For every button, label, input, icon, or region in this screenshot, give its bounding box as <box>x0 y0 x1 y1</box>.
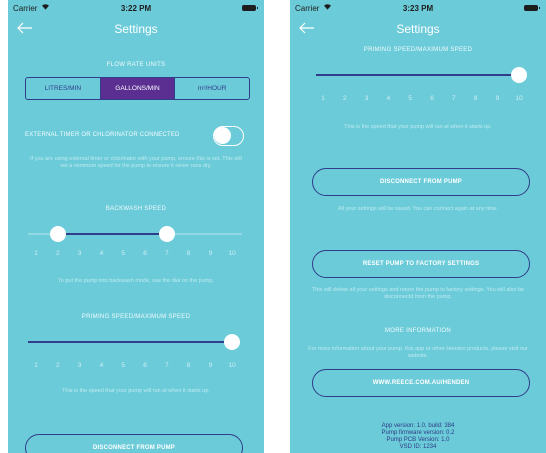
firmware-version: Pump firmware version: 0.2 <box>381 430 455 436</box>
more-info-label: MORE INFORMATION <box>384 328 452 334</box>
flow-rate-option-gallons[interactable]: GALLONS/MIN <box>100 78 176 99</box>
priming-slider-track <box>28 334 240 350</box>
app-version: App version: 1.0, build: 384 <box>381 423 455 429</box>
priming-slider-track <box>316 67 527 83</box>
tick-label: 9 <box>208 362 213 369</box>
external-timer-toggle[interactable] <box>213 126 244 146</box>
vsd-id: VSD ID: 1234 <box>399 444 437 450</box>
flow-rate-label: FLOW RATE UNITS <box>106 62 166 68</box>
tick-label: 5 <box>121 250 125 257</box>
tick-label: 6 <box>430 95 434 102</box>
battery-icon <box>242 5 258 11</box>
settings-screen-left: Carrier 3:22 PM Settings FLOW RATE UNITS… <box>8 0 264 453</box>
settings-screen-right: Carrier 3:23 PM Settings PRIMING SPEED/M… <box>290 0 546 453</box>
backwash-slider-track <box>28 226 242 242</box>
page-title: Settings <box>114 22 158 36</box>
tick-label: 3 <box>364 95 369 102</box>
tick-label: 8 <box>186 250 191 257</box>
battery-icon <box>524 5 540 11</box>
external-timer-label: EXTERNAL TIMER OR CHLORINATOR CONNECTED <box>25 132 180 138</box>
priming-handle[interactable] <box>511 67 527 83</box>
priming-tick-labels: 1 2 3 4 5 6 7 8 9 10 <box>8 362 264 372</box>
toggle-knob <box>214 127 231 144</box>
clock: 3:22 PM <box>120 4 152 13</box>
disconnect-button[interactable]: DISCONNECT FROM PUMP <box>25 434 243 453</box>
tick-label: 10 <box>515 95 523 102</box>
tick-label: 6 <box>143 362 147 369</box>
nav-bar: Settings <box>8 16 264 42</box>
priming-slider[interactable] <box>290 60 546 90</box>
tick-label: 10 <box>228 250 236 257</box>
tick-label: 4 <box>99 362 104 369</box>
backwash-help: To put the pump into backwash mode, use … <box>58 278 214 284</box>
page-title: Settings <box>396 22 440 36</box>
tick-label: 8 <box>186 362 191 369</box>
reset-factory-button[interactable]: RESET PUMP TO FACTORY SETTINGS <box>312 250 530 278</box>
flow-rate-option-m3[interactable]: m³/HOUR <box>175 78 249 99</box>
priming-handle[interactable] <box>224 334 240 350</box>
tick-label: 7 <box>164 250 169 257</box>
backwash-tick-labels: 1 2 3 4 5 6 7 8 9 10 <box>8 250 264 260</box>
tick-label: 7 <box>451 95 456 102</box>
tick-label: 9 <box>208 250 213 257</box>
tick-label: 1 <box>34 362 38 369</box>
clock: 3:23 PM <box>402 4 434 13</box>
priming-label: PRIMING SPEED/MAXIMUM SPEED <box>363 47 473 53</box>
tick-label: 9 <box>495 95 500 102</box>
reset-help: This will delete all your settings and r… <box>311 287 525 300</box>
tick-label: 2 <box>55 250 60 257</box>
website-link-button[interactable]: WWW.REECE.COM.AU/HENDEN <box>312 369 530 397</box>
tick-label: 5 <box>121 362 125 369</box>
tick-label: 5 <box>408 95 412 102</box>
priming-tick-labels: 1 2 3 4 5 6 7 8 9 10 <box>290 95 546 105</box>
backwash-label: BACKWASH SPEED <box>105 206 167 212</box>
backwash-high-handle[interactable] <box>159 226 175 242</box>
tick-label: 2 <box>55 362 60 369</box>
external-timer-help: If you are using external timer or chlor… <box>30 156 242 169</box>
priming-slider[interactable] <box>8 327 264 357</box>
priming-help: This is the speed that your pump will ru… <box>344 124 492 130</box>
tick-label: 4 <box>99 250 104 257</box>
tick-label: 7 <box>164 362 169 369</box>
tick-label: 3 <box>77 362 82 369</box>
flow-rate-option-litres[interactable]: LITRES/MIN <box>26 78 101 99</box>
tick-label: 4 <box>386 95 391 102</box>
tick-label: 10 <box>228 362 236 369</box>
disconnect-help: All your settings will be saved. You can… <box>337 206 499 212</box>
more-info-help: For more information about your pump, th… <box>308 346 528 359</box>
priming-label: PRIMING SPEED/MAXIMUM SPEED <box>81 314 191 320</box>
priming-help: This is the speed that your pump will ru… <box>62 388 210 394</box>
tick-label: 1 <box>34 250 38 257</box>
flow-rate-selector: LITRES/MIN GALLONS/MIN m³/HOUR <box>25 77 250 100</box>
pcb-version: Pump PCB Version: 1.0 <box>386 437 450 443</box>
tick-label: 6 <box>143 250 147 257</box>
status-bar: Carrier 3:23 PM <box>290 0 546 16</box>
disconnect-button[interactable]: DISCONNECT FROM PUMP <box>312 168 530 196</box>
status-bar: Carrier 3:22 PM <box>8 0 264 16</box>
tick-label: 1 <box>321 95 325 102</box>
nav-bar: Settings <box>290 16 546 42</box>
tick-label: 2 <box>342 95 347 102</box>
backwash-low-handle[interactable] <box>50 226 66 242</box>
backwash-slider[interactable] <box>8 219 264 249</box>
tick-label: 8 <box>473 95 478 102</box>
tick-label: 3 <box>77 250 82 257</box>
